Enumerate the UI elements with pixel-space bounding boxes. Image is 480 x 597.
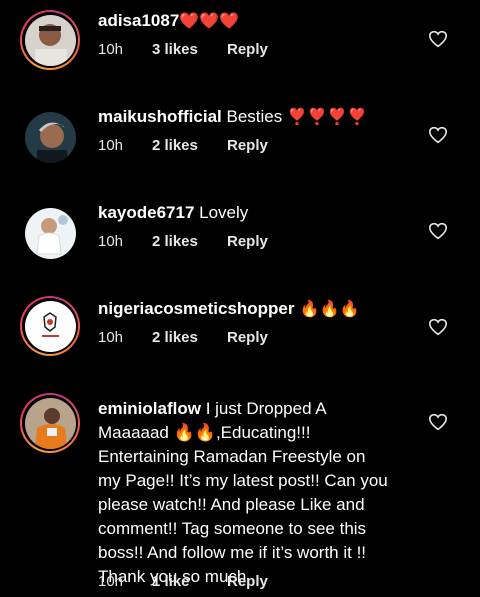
username[interactable]: maikushofficial	[98, 107, 222, 126]
comment-body: Lovely	[194, 203, 249, 222]
likes-count[interactable]: 3 likes	[152, 41, 227, 58]
comment-text: kayode6717 Lovely	[98, 201, 418, 225]
likes-count[interactable]: 1 like	[152, 573, 227, 590]
comment-text: eminiolaflow I just Dropped A Maaaaad 🔥🔥…	[98, 397, 418, 589]
reply-button[interactable]: Reply	[227, 573, 268, 590]
comment-line: please watch!! And please Like and	[98, 495, 365, 514]
comment-line: my Page!! It’s my latest post!! Can you	[98, 471, 388, 490]
heart-outline-icon[interactable]	[428, 318, 448, 336]
story-ring[interactable]	[20, 10, 80, 70]
avatar[interactable]	[24, 207, 76, 259]
likes-count[interactable]: 2 likes	[152, 329, 227, 346]
timestamp: 10h	[98, 329, 124, 346]
likes-count[interactable]: 2 likes	[152, 137, 227, 154]
comment-text: adisa1087❤️❤️❤️	[98, 9, 418, 33]
heart-outline-icon[interactable]	[428, 126, 448, 144]
avatar-container[interactable]	[20, 107, 80, 167]
heart-outline-icon[interactable]	[428, 30, 448, 48]
timestamp: 10h	[98, 137, 124, 154]
comment-body: 🔥🔥🔥	[294, 299, 360, 318]
story-ring[interactable]	[20, 393, 80, 453]
reply-button[interactable]: Reply	[227, 233, 268, 250]
timestamp: 10h	[98, 41, 124, 58]
username[interactable]: eminiolaflow	[98, 399, 201, 418]
reply-button[interactable]: Reply	[227, 41, 268, 58]
username[interactable]: nigeriacosmeticshopper	[98, 299, 295, 318]
avatar[interactable]	[24, 300, 76, 352]
comment-text: maikushofficial Besties ❣️❣️❣️❣️	[98, 105, 418, 129]
reply-button[interactable]: Reply	[227, 137, 268, 154]
avatar-container[interactable]	[20, 203, 80, 263]
comment-body: Besties	[221, 107, 283, 126]
comment-line: I just Dropped A	[200, 399, 327, 418]
comment-body: ❤️❤️❤️	[179, 11, 240, 30]
avatar[interactable]	[24, 14, 76, 66]
comment-line: Maaaaad 🔥🔥,Educating!!!	[98, 423, 311, 442]
comment-line: boss!! And follow me if it’s worth it !!	[98, 543, 367, 562]
comment-emoji: ❣️❣️❣️❣️	[282, 107, 368, 126]
likes-count[interactable]: 2 likes	[152, 233, 227, 250]
reply-button[interactable]: Reply	[227, 329, 268, 346]
comment-text: nigeriacosmeticshopper 🔥🔥🔥	[98, 297, 418, 321]
username[interactable]: kayode6717	[98, 203, 194, 222]
avatar[interactable]	[24, 111, 76, 163]
heart-outline-icon[interactable]	[428, 413, 448, 431]
timestamp: 10h	[98, 573, 124, 590]
heart-outline-icon[interactable]	[428, 222, 448, 240]
comment-line: Entertaining Ramadan Freestyle on	[98, 447, 366, 466]
comment-line: comment!! Tag someone to see this	[98, 519, 367, 538]
story-ring[interactable]	[20, 296, 80, 356]
avatar[interactable]	[24, 397, 76, 449]
timestamp: 10h	[98, 233, 124, 250]
username[interactable]: adisa1087	[98, 11, 179, 30]
